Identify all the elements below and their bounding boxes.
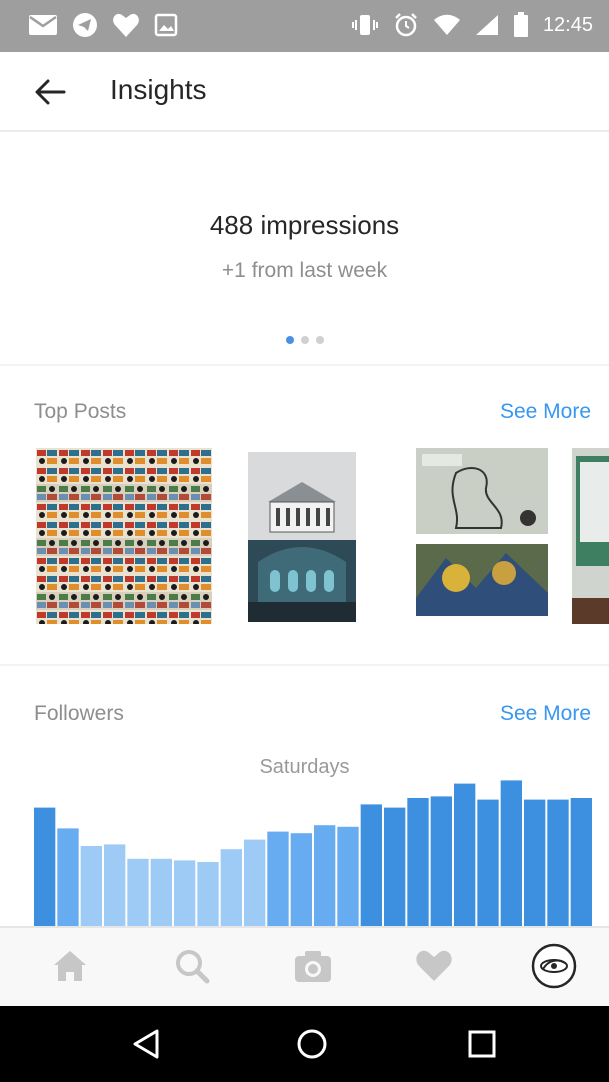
chart-bar-19 bbox=[454, 783, 476, 926]
impressions-value: 488 impressions bbox=[209, 210, 400, 240]
page-indicator-dot-2 bbox=[300, 336, 309, 344]
battery-icon bbox=[513, 12, 529, 38]
chart-bar-17 bbox=[407, 798, 429, 926]
heart-icon bbox=[414, 948, 454, 989]
top-post-thumbnail-2[interactable] bbox=[248, 452, 356, 622]
tab-home[interactable] bbox=[46, 944, 94, 992]
nav-recents-button[interactable] bbox=[462, 1026, 502, 1066]
chart-bar-3 bbox=[80, 846, 102, 926]
status-left-icons bbox=[28, 12, 178, 38]
chart-bar-24 bbox=[570, 798, 592, 926]
bottom-tab-bar bbox=[0, 926, 609, 1006]
chart-bar-4 bbox=[104, 844, 126, 926]
chart-bar-2 bbox=[57, 828, 79, 926]
tab-activity[interactable] bbox=[410, 944, 458, 992]
camera-icon bbox=[293, 948, 333, 989]
top-posts-see-more-link[interactable]: See More bbox=[500, 400, 591, 424]
chart-bar-20 bbox=[477, 799, 499, 926]
top-post-thumbnail-1[interactable] bbox=[36, 448, 212, 624]
tab-camera[interactable] bbox=[289, 944, 337, 992]
chart-bar-7 bbox=[174, 860, 196, 926]
chart-bar-16 bbox=[384, 807, 406, 926]
page-title: Insights bbox=[110, 74, 207, 105]
image-icon bbox=[154, 13, 178, 37]
telegram-icon bbox=[72, 12, 98, 38]
android-nav-bar bbox=[0, 1006, 609, 1082]
chart-bar-8 bbox=[197, 862, 219, 926]
status-right-icons: 12:45 bbox=[351, 12, 593, 38]
home-icon bbox=[50, 948, 90, 989]
status-time: 12:45 bbox=[542, 13, 593, 36]
chart-bar-23 bbox=[547, 799, 569, 926]
chart-bar-6 bbox=[150, 858, 172, 926]
page-indicator bbox=[0, 336, 609, 344]
page-indicator-dot-3 bbox=[315, 336, 324, 344]
impressions-change: +1 from last week bbox=[221, 259, 388, 282]
search-icon bbox=[173, 947, 211, 990]
top-posts-section: Top Posts See More bbox=[0, 368, 609, 666]
tab-profile[interactable] bbox=[530, 943, 578, 994]
recents-square-icon bbox=[467, 1029, 497, 1064]
chart-bar-11 bbox=[267, 831, 289, 926]
tab-search[interactable] bbox=[168, 944, 216, 992]
top-posts-title: Top Posts bbox=[34, 400, 127, 423]
home-circle-icon bbox=[296, 1028, 328, 1065]
chart-bar-12 bbox=[290, 833, 312, 926]
impressions-card[interactable]: 488 impressions +1 from last week bbox=[0, 134, 609, 366]
followers-section: Followers See More Saturdays bbox=[0, 668, 609, 926]
chart-bar-15 bbox=[360, 804, 382, 926]
chart-bar-22 bbox=[524, 799, 546, 926]
app-bar: Insights bbox=[0, 52, 609, 132]
signal-icon bbox=[475, 14, 499, 36]
chart-bar-10 bbox=[244, 839, 266, 926]
chart-bar-9 bbox=[220, 849, 242, 926]
chart-bar-1 bbox=[34, 807, 56, 926]
nav-back-button[interactable] bbox=[126, 1026, 166, 1066]
back-triangle-icon bbox=[131, 1028, 161, 1065]
vibrate-icon bbox=[351, 13, 379, 37]
top-post-thumbnail-3[interactable] bbox=[416, 448, 548, 618]
heart-icon bbox=[112, 12, 140, 38]
profile-avatar bbox=[531, 943, 577, 994]
chart-bar-21 bbox=[500, 780, 522, 926]
page-indicator-dot-1 bbox=[285, 336, 294, 344]
nav-home-button[interactable] bbox=[292, 1026, 332, 1066]
chart-bar-14 bbox=[337, 826, 359, 926]
mail-icon bbox=[28, 13, 58, 37]
back-arrow-icon[interactable] bbox=[34, 76, 66, 108]
alarm-icon bbox=[393, 12, 419, 38]
wifi-icon bbox=[433, 14, 461, 36]
chart-bar-18 bbox=[430, 796, 452, 926]
status-bar: 12:45 bbox=[0, 0, 609, 52]
chart-bar-13 bbox=[314, 825, 336, 926]
followers-bar-chart bbox=[34, 780, 592, 926]
top-post-thumbnail-4[interactable] bbox=[572, 448, 609, 624]
chart-bar-5 bbox=[127, 858, 149, 926]
